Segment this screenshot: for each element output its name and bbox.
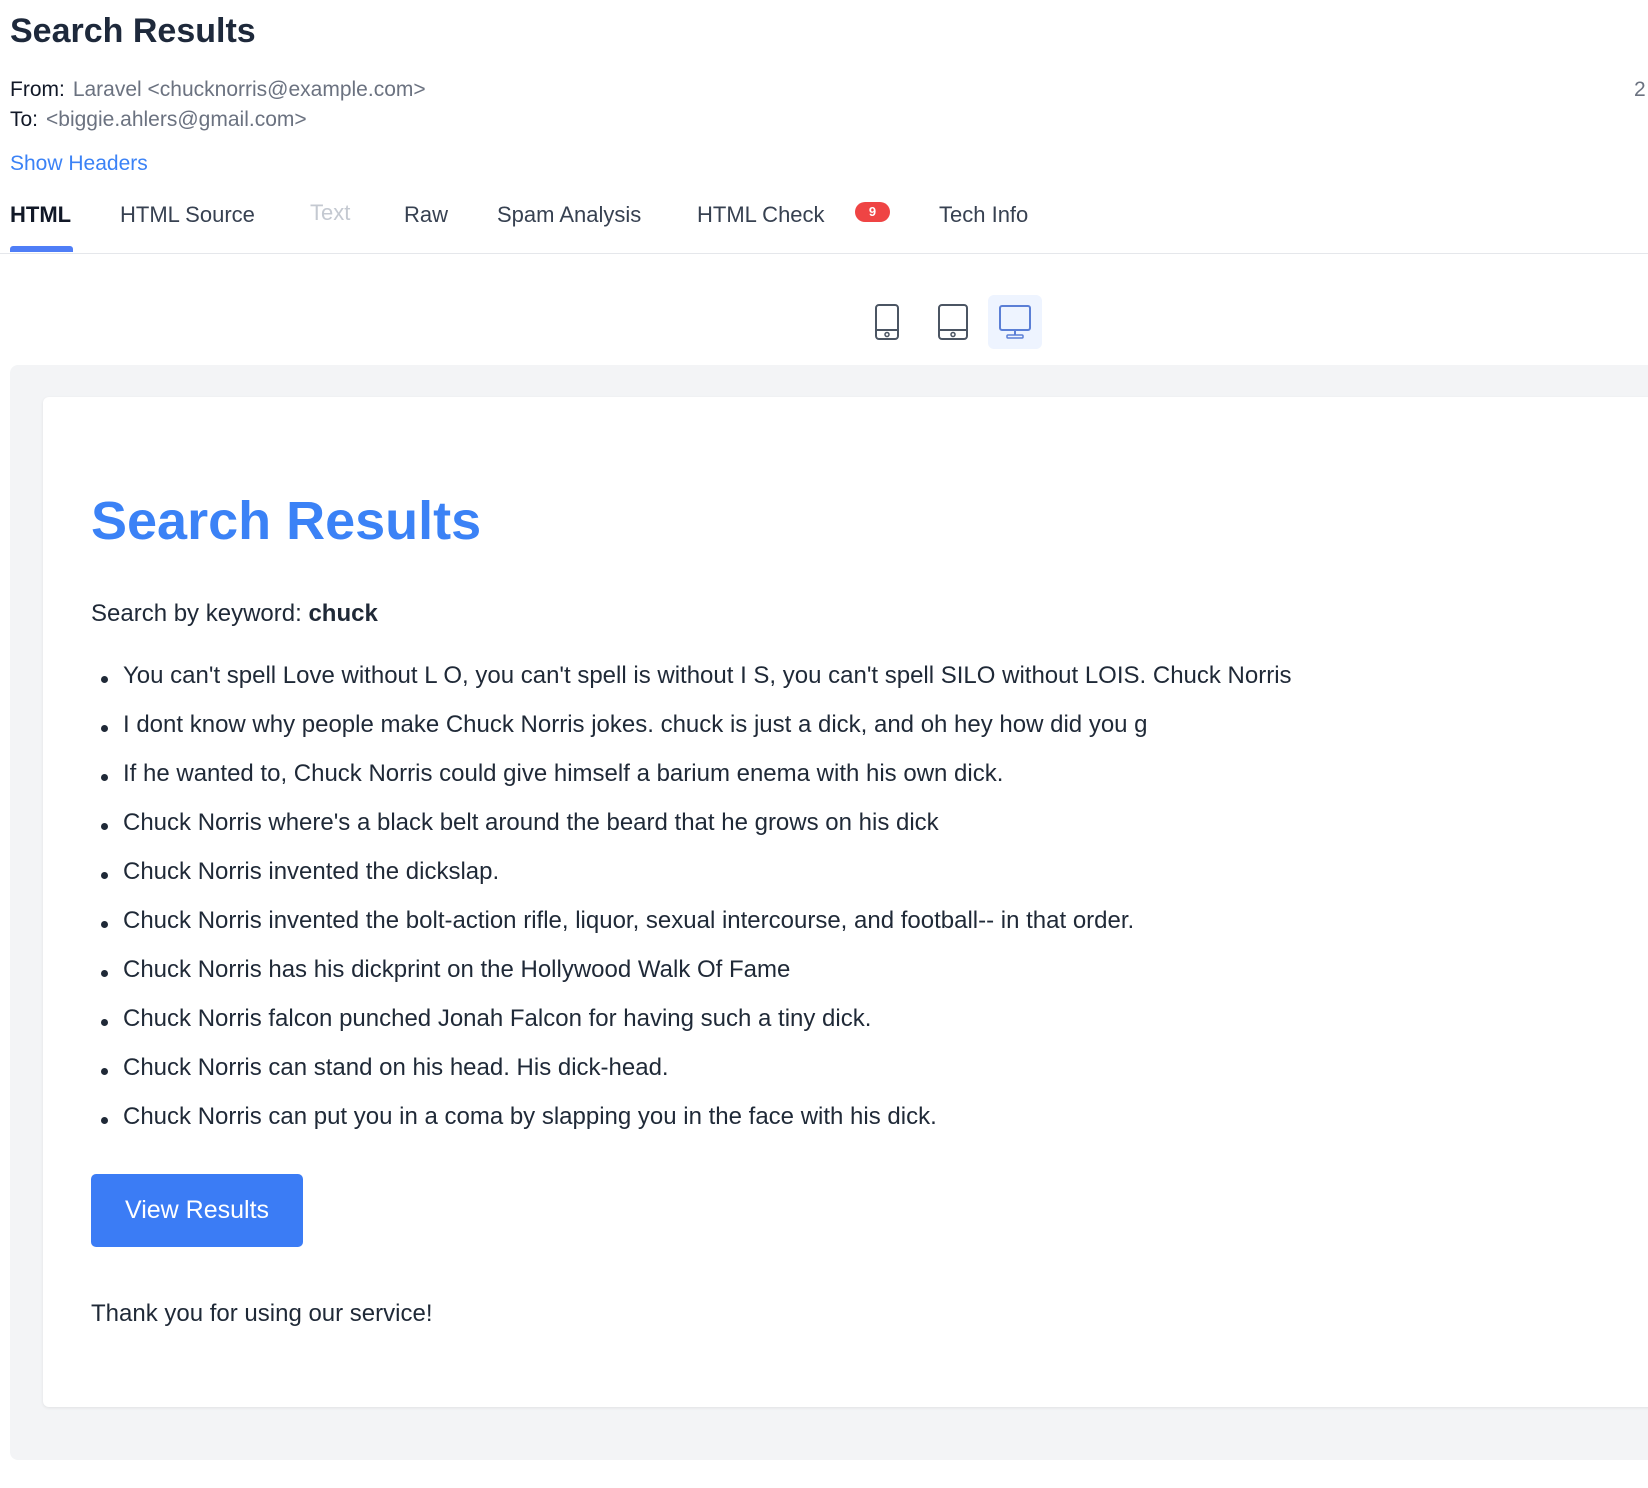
from-value: Laravel <chucknorris@example.com> <box>72 78 426 101</box>
from-label: From: <box>10 78 65 101</box>
keyword-value: chuck <box>308 600 378 627</box>
list-item: Chuck Norris can stand on his head. His … <box>91 1054 1591 1103</box>
mobile-view-button[interactable] <box>860 295 914 349</box>
email-subject: Search Results <box>10 12 256 50</box>
list-item: Chuck Norris has his dickprint on the Ho… <box>91 956 1591 1005</box>
show-headers-link[interactable]: Show Headers <box>10 152 148 176</box>
tab-html-check[interactable]: HTML Check <box>697 202 825 228</box>
tab-raw[interactable]: Raw <box>404 202 448 228</box>
to-label: To: <box>10 108 39 131</box>
to-row: To: <biggie.ahlers@gmail.com> <box>10 108 307 132</box>
view-tabs: HTML HTML Source Text Raw Spam Analysis … <box>0 196 1648 254</box>
list-item: If he wanted to, Chuck Norris could give… <box>91 760 1591 809</box>
tab-html[interactable]: HTML <box>10 202 71 228</box>
list-item: Chuck Norris can put you in a coma by sl… <box>91 1103 1591 1152</box>
desktop-view-button[interactable] <box>988 295 1042 349</box>
list-item: Chuck Norris falcon punched Jonah Falcon… <box>91 1005 1591 1054</box>
tablet-view-button[interactable] <box>926 295 980 349</box>
mobile-icon <box>875 304 899 340</box>
device-toggle <box>860 295 1042 351</box>
tab-spam-analysis[interactable]: Spam Analysis <box>497 202 641 228</box>
list-item: You can't spell Love without L O, you ca… <box>91 662 1591 711</box>
html-check-badge: 9 <box>855 202 890 222</box>
active-tab-indicator <box>10 246 73 252</box>
keyword-prefix: Search by keyword: <box>91 600 302 627</box>
keyword-line: Search by keyword: chuck <box>91 600 378 628</box>
tab-tech-info[interactable]: Tech Info <box>939 202 1028 228</box>
list-item: Chuck Norris where's a black belt around… <box>91 809 1591 858</box>
email-viewer: Search Results From: Laravel <chucknorris… <box>0 0 1648 1488</box>
email-date: 2 <box>1634 78 1646 101</box>
results-list: You can't spell Love without L O, you ca… <box>91 662 1591 1152</box>
desktop-icon <box>999 305 1031 339</box>
view-results-button[interactable]: View Results <box>91 1174 303 1247</box>
list-item: Chuck Norris invented the bolt-action ri… <box>91 907 1591 956</box>
tablet-icon <box>938 304 968 340</box>
footer-text: Thank you for using our service! <box>91 1300 433 1327</box>
list-item: I dont know why people make Chuck Norris… <box>91 711 1591 760</box>
body-heading: Search Results <box>91 491 482 551</box>
tab-html-source[interactable]: HTML Source <box>120 202 255 228</box>
to-value: <biggie.ahlers@gmail.com> <box>46 108 307 131</box>
tab-text: Text <box>310 200 351 225</box>
from-row: From: Laravel <chucknorris@example.com> <box>10 78 426 102</box>
list-item: Chuck Norris invented the dickslap. <box>91 858 1591 907</box>
